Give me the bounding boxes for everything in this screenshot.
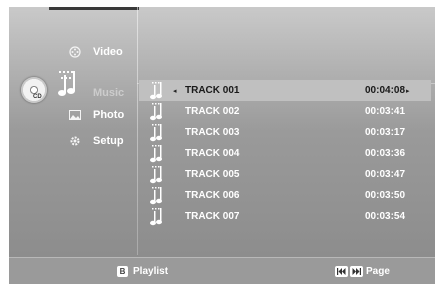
track-row[interactable]: TRACK 006 00:03:50 — [139, 185, 431, 206]
skip-back-icon[interactable] — [335, 266, 348, 277]
menu-item-setup[interactable]: Setup — [67, 131, 124, 151]
track-time: 00:03:36 — [365, 148, 406, 159]
menu-item-video[interactable]: Video — [67, 42, 123, 62]
playlist-label[interactable]: Playlist — [133, 266, 168, 277]
track-time: 00:03:54 — [365, 211, 406, 222]
music-file-icon — [150, 144, 162, 162]
music-file-icon — [150, 102, 162, 120]
gear-icon — [67, 133, 83, 149]
track-title: TRACK 003 — [185, 127, 240, 138]
track-title: TRACK 004 — [185, 148, 240, 159]
track-row[interactable]: TRACK 002 00:03:41 — [139, 101, 431, 122]
menu-item-photo[interactable]: Photo — [67, 105, 124, 125]
menu-label-music: Music — [93, 87, 125, 99]
film-reel-icon — [67, 44, 83, 60]
music-file-icon — [150, 123, 162, 141]
music-file-icon — [150, 81, 162, 99]
disc-label: CD — [33, 94, 42, 100]
track-time: 00:03:41 — [365, 106, 406, 117]
menu-item-music[interactable]: Music — [67, 83, 124, 103]
track-time: 00:04:08 — [365, 85, 406, 96]
b-key-badge[interactable]: B — [117, 266, 128, 277]
skip-forward-icon[interactable] — [350, 266, 363, 277]
photo-icon — [67, 107, 83, 123]
track-title: TRACK 006 — [185, 190, 240, 201]
page-label[interactable]: Page — [366, 266, 390, 277]
track-row[interactable]: TRACK 007 00:03:54 — [139, 206, 431, 227]
top-accent-line — [49, 7, 139, 10]
vertical-divider — [137, 7, 138, 255]
menu-label-photo: Photo — [93, 109, 125, 121]
track-row[interactable]: TRACK 003 00:03:17 — [139, 122, 431, 143]
bottom-bar: B Playlist Page — [9, 257, 435, 284]
selection-left-arrow-icon: ◂ — [173, 87, 177, 95]
track-title: TRACK 001 — [185, 85, 240, 96]
selection-right-arrow-icon: ▸ — [406, 87, 410, 95]
music-file-icon — [150, 186, 162, 204]
menu-label-setup: Setup — [93, 135, 124, 147]
menu-label-video: Video — [93, 46, 123, 58]
track-title: TRACK 007 — [185, 211, 240, 222]
track-title: TRACK 002 — [185, 106, 240, 117]
track-title: TRACK 005 — [185, 169, 240, 180]
track-row[interactable]: ◂ TRACK 001 00:04:08 ▸ — [139, 80, 431, 101]
music-file-icon — [150, 165, 162, 183]
music-file-icon — [150, 207, 162, 225]
track-time: 00:03:17 — [365, 127, 406, 138]
track-row[interactable]: TRACK 005 00:03:47 — [139, 164, 431, 185]
track-time: 00:03:47 — [365, 169, 406, 180]
track-row[interactable]: TRACK 004 00:03:36 — [139, 143, 431, 164]
media-player-screen: Video CD Music Photo Setup ◂ TRACK 001 0… — [9, 7, 435, 284]
track-time: 00:03:50 — [365, 190, 406, 201]
